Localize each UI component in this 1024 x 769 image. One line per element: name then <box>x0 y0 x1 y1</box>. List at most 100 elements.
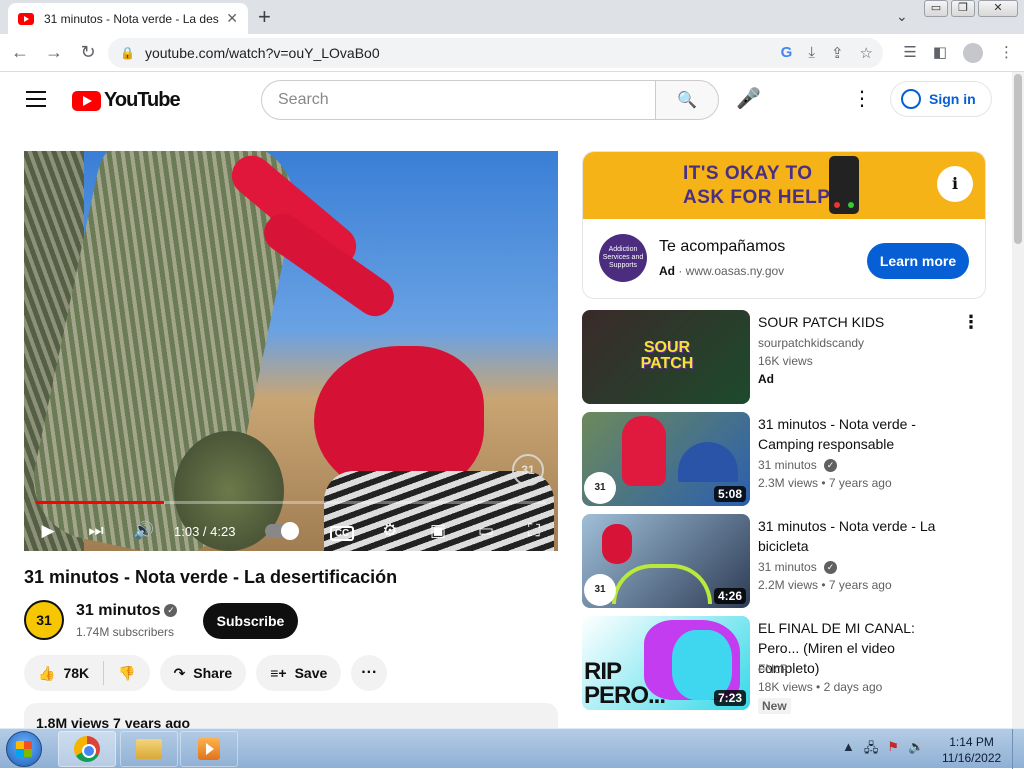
volume-button[interactable]: 🔊 <box>120 521 168 541</box>
reading-list-icon[interactable]: ☰ <box>903 43 916 63</box>
network-icon[interactable]: 🖧 <box>864 739 879 761</box>
search-input[interactable]: Search <box>261 80 656 120</box>
profile-avatar-icon[interactable] <box>963 43 983 63</box>
search-button[interactable]: 🔍 <box>655 80 719 120</box>
share-icon[interactable]: ⇪ <box>831 44 844 62</box>
lock-icon[interactable]: 🔒 <box>120 46 135 60</box>
recommendation-item[interactable]: SOUR PATCH SOUR PATCH KIDS sourpatchkids… <box>582 310 986 405</box>
views-count: 2.3M views <box>758 476 819 490</box>
channel-name[interactable]: 31 minutos ✓ <box>76 602 178 620</box>
video-title: 31 minutos - Nota verde - La desertifica… <box>24 567 398 587</box>
taskbar-explorer[interactable] <box>120 731 178 767</box>
upload-age: 7 years ago <box>828 476 892 490</box>
taskbar-media-player[interactable] <box>180 731 238 767</box>
upload-age: 7 years ago <box>828 578 892 592</box>
taskbar-chrome[interactable] <box>58 731 116 767</box>
ad-banner[interactable]: IT'S OKAY TO ASK FOR HELP i <box>583 152 985 219</box>
recommendation-item[interactable]: RIP PERO... 7:23 EL FINAL DE MI CANAL: P… <box>582 616 986 714</box>
ad-card[interactable]: IT'S OKAY TO ASK FOR HELP i Addiction Se… <box>582 151 986 299</box>
recommendation-item[interactable]: 31 5:08 31 minutos - Nota verde - Campin… <box>582 412 986 507</box>
url-text[interactable]: youtube.com/watch?v=ouY_LOvaBo0 <box>145 45 380 61</box>
minimize-button[interactable]: ▭ <box>924 0 948 17</box>
thumbs-down-icon: 👎 <box>118 664 136 681</box>
video-player[interactable]: 31 ▶ ⏭ 🔊 1:03 / 4:23 CC ⚙ ▣ ▭ ⛶ <box>24 151 558 551</box>
volume-icon[interactable]: 🔊 <box>908 739 924 761</box>
scrollbar-thumb[interactable] <box>1014 74 1022 244</box>
address-bar[interactable]: 🔒 youtube.com/watch?v=ouY_LOvaBo0 G ⤓ ⇪ … <box>108 38 883 68</box>
settings-kebab-icon[interactable]: ⋮ <box>852 86 872 111</box>
video-thumbnail[interactable]: SOUR PATCH <box>582 310 750 404</box>
close-window-button[interactable]: ✕ <box>978 0 1018 17</box>
youtube-logo[interactable]: YouTube <box>72 89 181 112</box>
subscribe-button[interactable]: Subscribe <box>203 603 298 639</box>
video-thumbnail[interactable]: 31 4:26 <box>582 514 750 608</box>
ad-headline: IT'S OKAY TO ASK FOR HELP <box>683 162 830 210</box>
learn-more-button[interactable]: Learn more <box>867 243 969 279</box>
back-button[interactable]: ← <box>6 42 34 63</box>
recommendation-item[interactable]: 31 4:26 31 minutos - Nota verde - La bic… <box>582 514 986 609</box>
next-video-button[interactable]: ⏭ <box>72 521 120 541</box>
recommendation-title[interactable]: 31 minutos - Nota verde - Camping respon… <box>758 414 958 454</box>
miniplayer-icon[interactable]: ▣ <box>414 521 462 541</box>
ad-info-icon[interactable]: i <box>937 166 973 202</box>
page-scrollbar[interactable] <box>1012 72 1024 728</box>
like-button[interactable]: 👍 78K <box>24 665 103 682</box>
browser-menu-icon[interactable]: ⋮ <box>999 43 1014 63</box>
restore-button[interactable]: ❐ <box>951 0 975 17</box>
recommendation-title[interactable]: EL FINAL DE MI CANAL: Pero... (Miren el … <box>758 618 958 678</box>
youtube-logo-text: YouTube <box>104 89 181 111</box>
forward-button[interactable]: → <box>40 42 68 63</box>
sign-in-button[interactable]: Sign in <box>890 81 992 117</box>
channel-name-text[interactable]: 31 minutos <box>76 602 160 619</box>
side-panel-icon[interactable]: ◧ <box>933 43 947 63</box>
video-thumbnail[interactable]: RIP PERO... 7:23 <box>582 616 750 710</box>
progress-bar[interactable] <box>36 501 546 504</box>
tab-close-icon[interactable]: ✕ <box>226 10 238 27</box>
recommendation-title[interactable]: SOUR PATCH KIDS <box>758 312 958 332</box>
new-tab-button[interactable]: + <box>258 4 271 30</box>
subscriber-count: 1.74M subscribers <box>76 625 175 639</box>
channel-name-text[interactable]: 31 minutos <box>758 560 817 574</box>
video-thumbnail[interactable]: 31 5:08 <box>582 412 750 506</box>
action-menu-kebab-icon[interactable]: ⋮ <box>962 312 980 333</box>
theater-mode-icon[interactable]: ▭ <box>462 521 510 541</box>
channel-avatar[interactable]: 31 <box>24 600 64 640</box>
fullscreen-icon[interactable]: ⛶ <box>510 521 558 541</box>
thumbnail-puppet <box>602 524 632 564</box>
recommendation-title[interactable]: 31 minutos - Nota verde - La bicicleta <box>758 516 958 556</box>
action-center-flag-icon[interactable]: ⚑ <box>887 739 899 761</box>
player-controls: ▶ ⏭ 🔊 1:03 / 4:23 CC ⚙ ▣ ▭ ⛶ <box>24 511 558 551</box>
ad-title[interactable]: Te acompañamos <box>659 238 785 256</box>
captions-button[interactable]: CC <box>318 521 366 541</box>
bookmark-star-icon[interactable]: ☆ <box>860 44 873 62</box>
share-button[interactable]: ↷ Share <box>159 655 247 691</box>
save-button[interactable]: ≡+ Save <box>256 655 342 691</box>
settings-gear-icon[interactable]: ⚙ <box>366 521 414 541</box>
autoplay-toggle[interactable] <box>265 522 300 540</box>
start-button[interactable] <box>6 731 42 767</box>
show-desktop-button[interactable] <box>1012 729 1024 769</box>
more-actions-button[interactable]: ··· <box>351 655 388 691</box>
browser-tab[interactable]: 31 minutos - Nota verde - La desertifica… <box>8 3 248 34</box>
video-duration: 5:08 <box>713 486 746 502</box>
captions-icon: CC <box>329 526 355 541</box>
recommendation-channel[interactable]: 31 minutos ✓ <box>758 560 838 575</box>
recommendation-channel[interactable]: 31 minutos ✓ <box>758 458 838 473</box>
recommendation-channel[interactable]: sourpatchkidscandy <box>758 336 864 350</box>
menu-hamburger-icon[interactable] <box>26 91 46 112</box>
reload-button[interactable]: ↻ <box>74 42 102 63</box>
channel-name-text[interactable]: 31 minutos <box>758 458 817 472</box>
channel-watermark[interactable]: 31 <box>512 454 544 486</box>
system-tray: ▲ 🖧 ⚑ 🔊 <box>842 739 924 761</box>
show-hidden-icons-icon[interactable]: ▲ <box>842 739 855 761</box>
voice-search-mic-icon[interactable]: 🎤 <box>736 86 761 111</box>
recommendation-views: 2.3M views • 7 years ago <box>758 476 892 490</box>
google-lens-icon[interactable]: G <box>781 44 793 62</box>
taskbar-clock[interactable]: 1:14 PM 11/16/2022 <box>942 734 1001 766</box>
thumbnail-tent <box>678 442 738 482</box>
tab-search-button[interactable]: ⌄ <box>896 8 908 25</box>
recommendation-channel[interactable]: FNcP <box>758 662 788 676</box>
play-button[interactable]: ▶ <box>24 521 72 541</box>
dislike-button[interactable]: 👎 <box>104 665 149 682</box>
install-app-icon[interactable]: ⤓ <box>808 44 815 62</box>
